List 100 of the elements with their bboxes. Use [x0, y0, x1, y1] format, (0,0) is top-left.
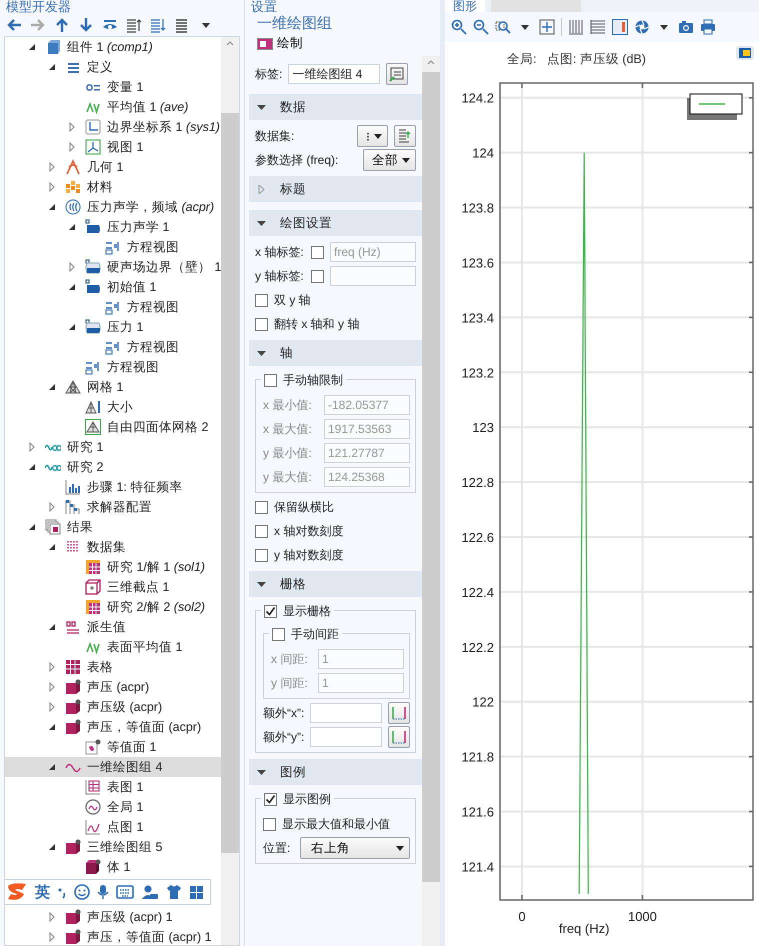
tree-item[interactable]: 变量 1: [5, 77, 221, 97]
tree-item[interactable]: 压力声学，频域 (acpr): [5, 197, 221, 217]
dropdown[interactable]: 右上角: [300, 837, 410, 859]
tab[interactable]: 图形: [445, 0, 485, 12]
camera-icon[interactable]: [678, 19, 694, 35]
tree-item[interactable]: 大小: [5, 397, 221, 417]
list-icon[interactable]: [174, 17, 190, 33]
arrow-left-icon[interactable]: [6, 17, 22, 33]
ime-logo-icon[interactable]: [6, 882, 28, 902]
tree-item[interactable]: 研究 2: [5, 457, 221, 477]
checkbox[interactable]: [263, 818, 276, 830]
tree-item[interactable]: 声压级 (acpr) 1: [5, 907, 221, 927]
section-header[interactable]: 图例: [249, 759, 422, 785]
dropdown[interactable]: 全部: [363, 149, 416, 171]
section-header[interactable]: 栅格: [249, 571, 422, 597]
collapse-icon[interactable]: [67, 282, 77, 292]
checkbox[interactable]: [264, 374, 277, 387]
grid-icon[interactable]: [189, 884, 204, 900]
sort-down-icon[interactable]: [150, 17, 166, 33]
tree-item[interactable]: 等值面 1: [5, 737, 221, 757]
scrollbar[interactable]: [422, 56, 440, 946]
tree-item[interactable]: 组件 1 (comp1): [5, 37, 221, 57]
tree-item[interactable]: 压力声学 1: [5, 217, 221, 237]
plot-button[interactable]: 绘制: [257, 35, 440, 52]
tree-item[interactable]: 体 1: [5, 857, 221, 877]
printer-icon[interactable]: [700, 19, 716, 35]
input-field[interactable]: [310, 703, 382, 723]
input-field[interactable]: [310, 727, 382, 747]
collapse-icon[interactable]: [47, 722, 57, 732]
sort-up-icon[interactable]: [126, 17, 142, 33]
tree-item[interactable]: 表格: [5, 657, 221, 677]
collapse-icon[interactable]: [67, 322, 77, 332]
shirt-icon[interactable]: [166, 884, 182, 900]
tree-item[interactable]: 结果: [5, 517, 221, 537]
collapse-icon[interactable]: [47, 622, 57, 632]
checkbox[interactable]: [255, 524, 268, 538]
range-button[interactable]: [388, 726, 410, 748]
expand-icon[interactable]: [47, 502, 57, 512]
checkbox[interactable]: [272, 628, 285, 641]
checkbox[interactable]: [255, 318, 268, 330]
tree-item[interactable]: 方程视图: [5, 337, 221, 357]
zoom-in-icon[interactable]: [451, 19, 467, 35]
tree-item[interactable]: 表面平均值 1: [5, 637, 221, 657]
window-button[interactable]: [386, 63, 408, 85]
expand-icon[interactable]: [27, 442, 37, 452]
collapse-icon[interactable]: [47, 762, 57, 772]
checkbox[interactable]: [255, 294, 268, 306]
tree-item[interactable]: 边界坐标系 1 (sys1): [5, 117, 221, 137]
zoom-out-icon[interactable]: [473, 19, 489, 35]
colorbar-icon[interactable]: [736, 46, 754, 60]
tree-item[interactable]: 求解器配置: [5, 497, 221, 517]
collapse-icon[interactable]: [27, 462, 37, 472]
checkbox[interactable]: [255, 548, 268, 562]
checkbox[interactable]: [264, 605, 277, 618]
input-field[interactable]: 一维绘图组 4: [288, 64, 380, 84]
tree-item[interactable]: 三维绘图组 5: [5, 837, 221, 857]
tree-item[interactable]: 声压 (acpr): [5, 677, 221, 697]
tree-item[interactable]: 声压，等值面 (acpr): [5, 717, 221, 737]
tree-item[interactable]: 材料: [5, 177, 221, 197]
horizontal-grid-icon[interactable]: [590, 19, 606, 35]
section-header[interactable]: 轴: [249, 340, 422, 366]
expand-icon[interactable]: [67, 262, 77, 272]
tree-item[interactable]: 硬声场边界（壁） 1: [5, 257, 221, 277]
tree-item[interactable]: 全局 1: [5, 797, 221, 817]
arrow-down-icon[interactable]: [78, 17, 94, 33]
document-button[interactable]: [394, 125, 416, 147]
tree-item[interactable]: 三维截点 1: [5, 577, 221, 597]
section-header[interactable]: 标题: [249, 176, 422, 202]
person-icon[interactable]: [141, 884, 159, 900]
tree-item[interactable]: 方程视图: [5, 237, 221, 257]
aperture-icon[interactable]: [634, 19, 650, 35]
tree-item[interactable]: 派生值: [5, 617, 221, 637]
tree-item[interactable]: 几何 1: [5, 157, 221, 177]
checkbox[interactable]: [255, 500, 268, 514]
tree-item[interactable]: 研究 2/解 2 (sol2): [5, 597, 221, 617]
tree-item[interactable]: 数据集: [5, 537, 221, 557]
ime-mode[interactable]: 英: [35, 882, 50, 902]
tree-item[interactable]: 声压，等值面 (acpr) 1: [5, 927, 221, 945]
colorbar-icon[interactable]: [612, 19, 628, 35]
collapse-icon[interactable]: [47, 382, 57, 392]
microphone-icon[interactable]: [97, 884, 109, 900]
tree-item[interactable]: 网格 1: [5, 377, 221, 397]
tree-item[interactable]: 方程视图: [5, 357, 221, 377]
smiley-icon[interactable]: [74, 884, 90, 900]
tree-item[interactable]: 压力 1: [5, 317, 221, 337]
scrollbar[interactable]: [221, 37, 239, 945]
tree-item[interactable]: 视图 1: [5, 137, 221, 157]
zoom-extents-icon[interactable]: [539, 19, 555, 35]
arrow-up-icon[interactable]: [54, 17, 70, 33]
tree-item[interactable]: 方程视图: [5, 297, 221, 317]
tree-item[interactable]: 研究 1: [5, 437, 221, 457]
tree-item[interactable]: 自由四面体网格 2: [5, 417, 221, 437]
keyboard-icon[interactable]: [116, 885, 134, 899]
section-header[interactable]: 绘图设置: [249, 210, 422, 236]
tree-item[interactable]: 定义: [5, 57, 221, 77]
tree-item[interactable]: 步骤 1: 特征频率: [5, 477, 221, 497]
tree-item[interactable]: 表图 1: [5, 777, 221, 797]
dropdown[interactable]: ⁝: [357, 125, 388, 147]
tree-item[interactable]: 点图 1: [5, 817, 221, 837]
section-header[interactable]: 数据: [249, 94, 422, 120]
